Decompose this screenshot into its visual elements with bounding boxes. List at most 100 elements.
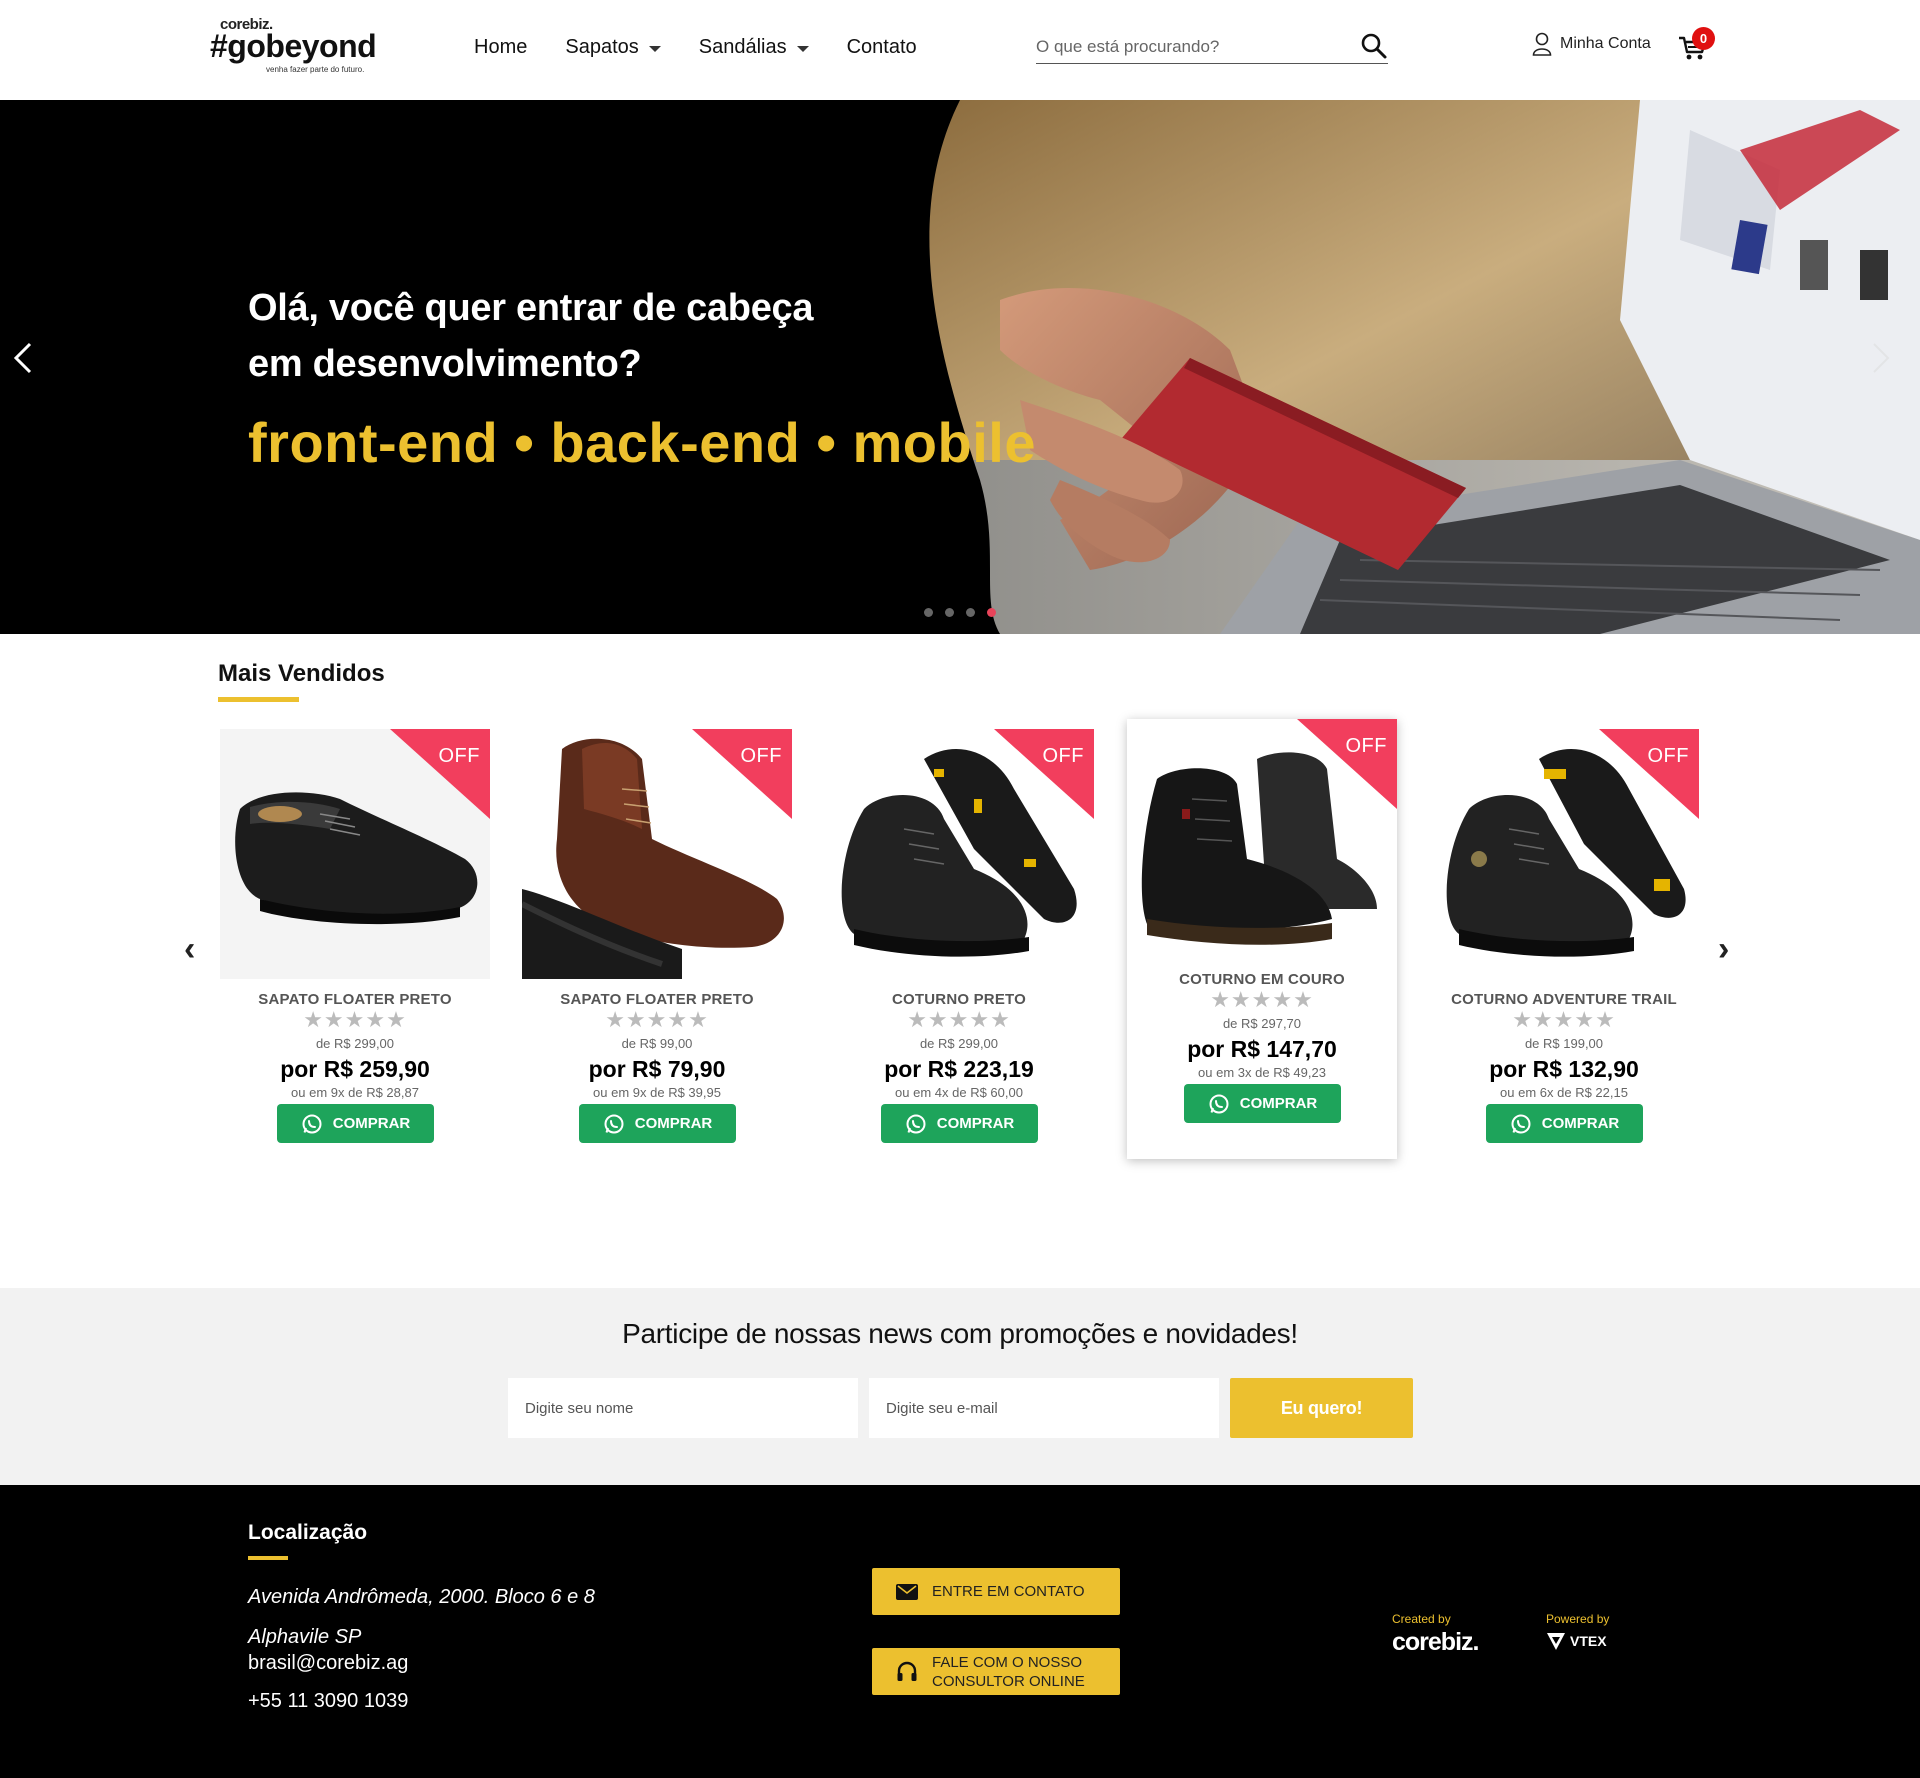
contact-button[interactable]: ENTRE EM CONTATO xyxy=(872,1568,1120,1615)
whatsapp-icon xyxy=(1209,1094,1229,1113)
product-image[interactable]: OFF xyxy=(1127,719,1397,959)
hero-dot-3[interactable] xyxy=(966,608,975,617)
star-rating-icon: ★★★★★ xyxy=(1512,1007,1616,1032)
product-old-price: de R$ 199,00 xyxy=(1524,1036,1604,1051)
shelf-prev-arrow-icon[interactable]: ‹ xyxy=(184,930,195,969)
powered-by-label: Powered by xyxy=(1546,1612,1610,1626)
product-card[interactable]: OFF COTURNO EM COURO ★★★★★ de R$ 297,70 … xyxy=(1127,719,1397,1159)
vtex-icon xyxy=(1547,1633,1565,1650)
hero-title: Olá, você quer entrar de cabeça em desen… xyxy=(248,280,988,392)
buy-button-label: COMPRAR xyxy=(936,1115,1015,1132)
product-image[interactable]: OFF xyxy=(220,729,490,979)
corebiz-logo[interactable]: corebiz. xyxy=(1392,1628,1479,1657)
product-name[interactable]: COTURNO PRETO xyxy=(824,991,1094,1008)
off-label: OFF xyxy=(1042,745,1084,767)
logo-tagline: venha fazer parte do futuro. xyxy=(266,65,365,74)
buy-button-label: COMPRAR xyxy=(332,1115,411,1132)
product-image[interactable]: OFF xyxy=(1429,729,1699,979)
footer-email[interactable]: brasil@corebiz.ag xyxy=(248,1652,408,1675)
vtex-logo-text: VTEX xyxy=(1570,1633,1607,1649)
hero-dot-1[interactable] xyxy=(924,608,933,617)
newsletter-title: Participe de nossas news com promoções e… xyxy=(622,1318,1298,1349)
hero-title-line2: em desenvolvimento? xyxy=(248,343,642,385)
product-price: por R$ 132,90 xyxy=(1489,1056,1639,1082)
headset-icon xyxy=(897,1661,917,1681)
buy-button[interactable]: COMPRAR xyxy=(277,1104,434,1143)
product-old-price: de R$ 297,70 xyxy=(1222,1016,1302,1031)
off-label: OFF xyxy=(1647,745,1689,767)
nav-item-sapatos[interactable]: Sapatos xyxy=(565,36,661,59)
off-ribbon xyxy=(1297,719,1397,809)
newsletter-email-input[interactable] xyxy=(869,1378,1219,1438)
hero-dot-4[interactable] xyxy=(987,608,996,617)
star-rating-icon: ★★★★★ xyxy=(605,1007,709,1032)
my-account-link[interactable]: Minha Conta xyxy=(1532,32,1651,56)
my-account-label: Minha Conta xyxy=(1560,35,1651,52)
whatsapp-icon xyxy=(604,1114,624,1133)
buy-button-label: COMPRAR xyxy=(1239,1095,1318,1112)
off-label: OFF xyxy=(740,745,782,767)
buy-button-label: COMPRAR xyxy=(1541,1115,1620,1132)
nav-item-home[interactable]: Home xyxy=(474,36,527,59)
product-old-price: de R$ 299,00 xyxy=(315,1036,395,1051)
search-input[interactable] xyxy=(1036,34,1346,60)
hero-next-arrow-icon[interactable] xyxy=(1866,338,1896,378)
nav-contato-label: Contato xyxy=(846,36,917,58)
product-price: por R$ 147,70 xyxy=(1187,1036,1337,1062)
buy-button[interactable]: COMPRAR xyxy=(1486,1104,1643,1143)
product-card[interactable]: OFF SAPATO FLOATER PRETO ★★★★★ de R$ 99,… xyxy=(522,729,792,1159)
hero-title-line1: Olá, você quer entrar de cabeça xyxy=(248,287,814,329)
footer-address-line1: Avenida Andrômeda, 2000. Bloco 6 e 8 xyxy=(248,1586,595,1608)
buy-button[interactable]: COMPRAR xyxy=(881,1104,1038,1143)
consultant-button[interactable]: FALE COM O NOSSO CONSULTOR ONLINE xyxy=(872,1648,1120,1695)
contact-button-label: ENTRE EM CONTATO xyxy=(932,1583,1085,1600)
nav-sandalias-label: Sandálias xyxy=(698,36,787,58)
buy-button[interactable]: COMPRAR xyxy=(579,1104,736,1143)
product-name[interactable]: COTURNO EM COURO xyxy=(1127,971,1397,988)
hero-dot-2[interactable] xyxy=(945,608,954,617)
product-card[interactable]: OFF SAPATO FLOATER PRETO ★★★★★ de R$ 299… xyxy=(220,729,490,1159)
newsletter-submit-button[interactable]: Eu quero! xyxy=(1230,1378,1413,1438)
product-image[interactable]: OFF xyxy=(824,729,1094,979)
cart-count-badge: 0 xyxy=(1692,27,1715,50)
hero-banner: Olá, você quer entrar de cabeça em desen… xyxy=(0,100,1920,634)
site-logo[interactable]: corebiz. #gobeyond venha fazer parte do … xyxy=(210,16,385,78)
off-ribbon xyxy=(1599,729,1699,819)
product-old-price: de R$ 299,00 xyxy=(919,1036,999,1051)
section-title-underline xyxy=(218,697,299,702)
product-name[interactable]: COTURNO ADVENTURE TRAIL xyxy=(1429,991,1699,1008)
consultant-button-line1: FALE COM O NOSSO xyxy=(932,1653,1083,1671)
whatsapp-icon xyxy=(302,1114,322,1133)
nav-item-contato[interactable]: Contato xyxy=(847,36,917,59)
footer-location-title: Localização xyxy=(248,1521,368,1544)
star-rating-icon: ★★★★★ xyxy=(303,1007,407,1032)
product-installments: ou em 3x de R$ 49,23 xyxy=(1198,1065,1326,1080)
product-name[interactable]: SAPATO FLOATER PRETO xyxy=(220,991,490,1008)
product-price: por R$ 223,19 xyxy=(884,1056,1034,1082)
hero-prev-arrow-icon[interactable] xyxy=(8,338,38,378)
product-image[interactable]: OFF xyxy=(522,729,792,979)
product-price: por R$ 79,90 xyxy=(588,1056,726,1082)
product-name[interactable]: SAPATO FLOATER PRETO xyxy=(522,991,792,1008)
off-label: OFF xyxy=(1345,735,1387,757)
footer-phone[interactable]: +55 11 3090 1039 xyxy=(248,1690,408,1713)
consultant-button-text: FALE COM O NOSSO CONSULTOR ONLINE xyxy=(932,1653,1085,1691)
nav-item-sandalias[interactable]: Sandálias xyxy=(699,36,809,59)
buy-button[interactable]: COMPRAR xyxy=(1184,1084,1341,1123)
product-old-price: de R$ 99,00 xyxy=(621,1036,693,1051)
site-header: corebiz. #gobeyond venha fazer parte do … xyxy=(0,0,1920,100)
product-card[interactable]: OFF COTURNO PRETO ★★★★★ de R$ 299,00 por… xyxy=(824,729,1094,1159)
search-icon[interactable] xyxy=(1360,32,1388,60)
user-icon xyxy=(1532,32,1552,56)
created-by-label: Created by xyxy=(1392,1612,1451,1626)
product-installments: ou em 6x de R$ 22,15 xyxy=(1500,1085,1628,1100)
hero-subtitle: front-end • back-end • mobile xyxy=(248,411,1036,474)
product-card[interactable]: OFF COTURNO ADVENTURE TRAIL ★★★★★ de R$ … xyxy=(1429,729,1699,1159)
logo-main-text: #gobeyond xyxy=(210,28,377,64)
newsletter-name-input[interactable] xyxy=(508,1378,858,1438)
product-installments: ou em 9x de R$ 39,95 xyxy=(593,1085,721,1100)
star-rating-icon: ★★★★★ xyxy=(1210,987,1314,1012)
shelf-next-arrow-icon[interactable]: › xyxy=(1718,930,1729,969)
vtex-logo[interactable]: VTEX xyxy=(1546,1631,1607,1651)
product-installments: ou em 4x de R$ 60,00 xyxy=(895,1085,1023,1100)
